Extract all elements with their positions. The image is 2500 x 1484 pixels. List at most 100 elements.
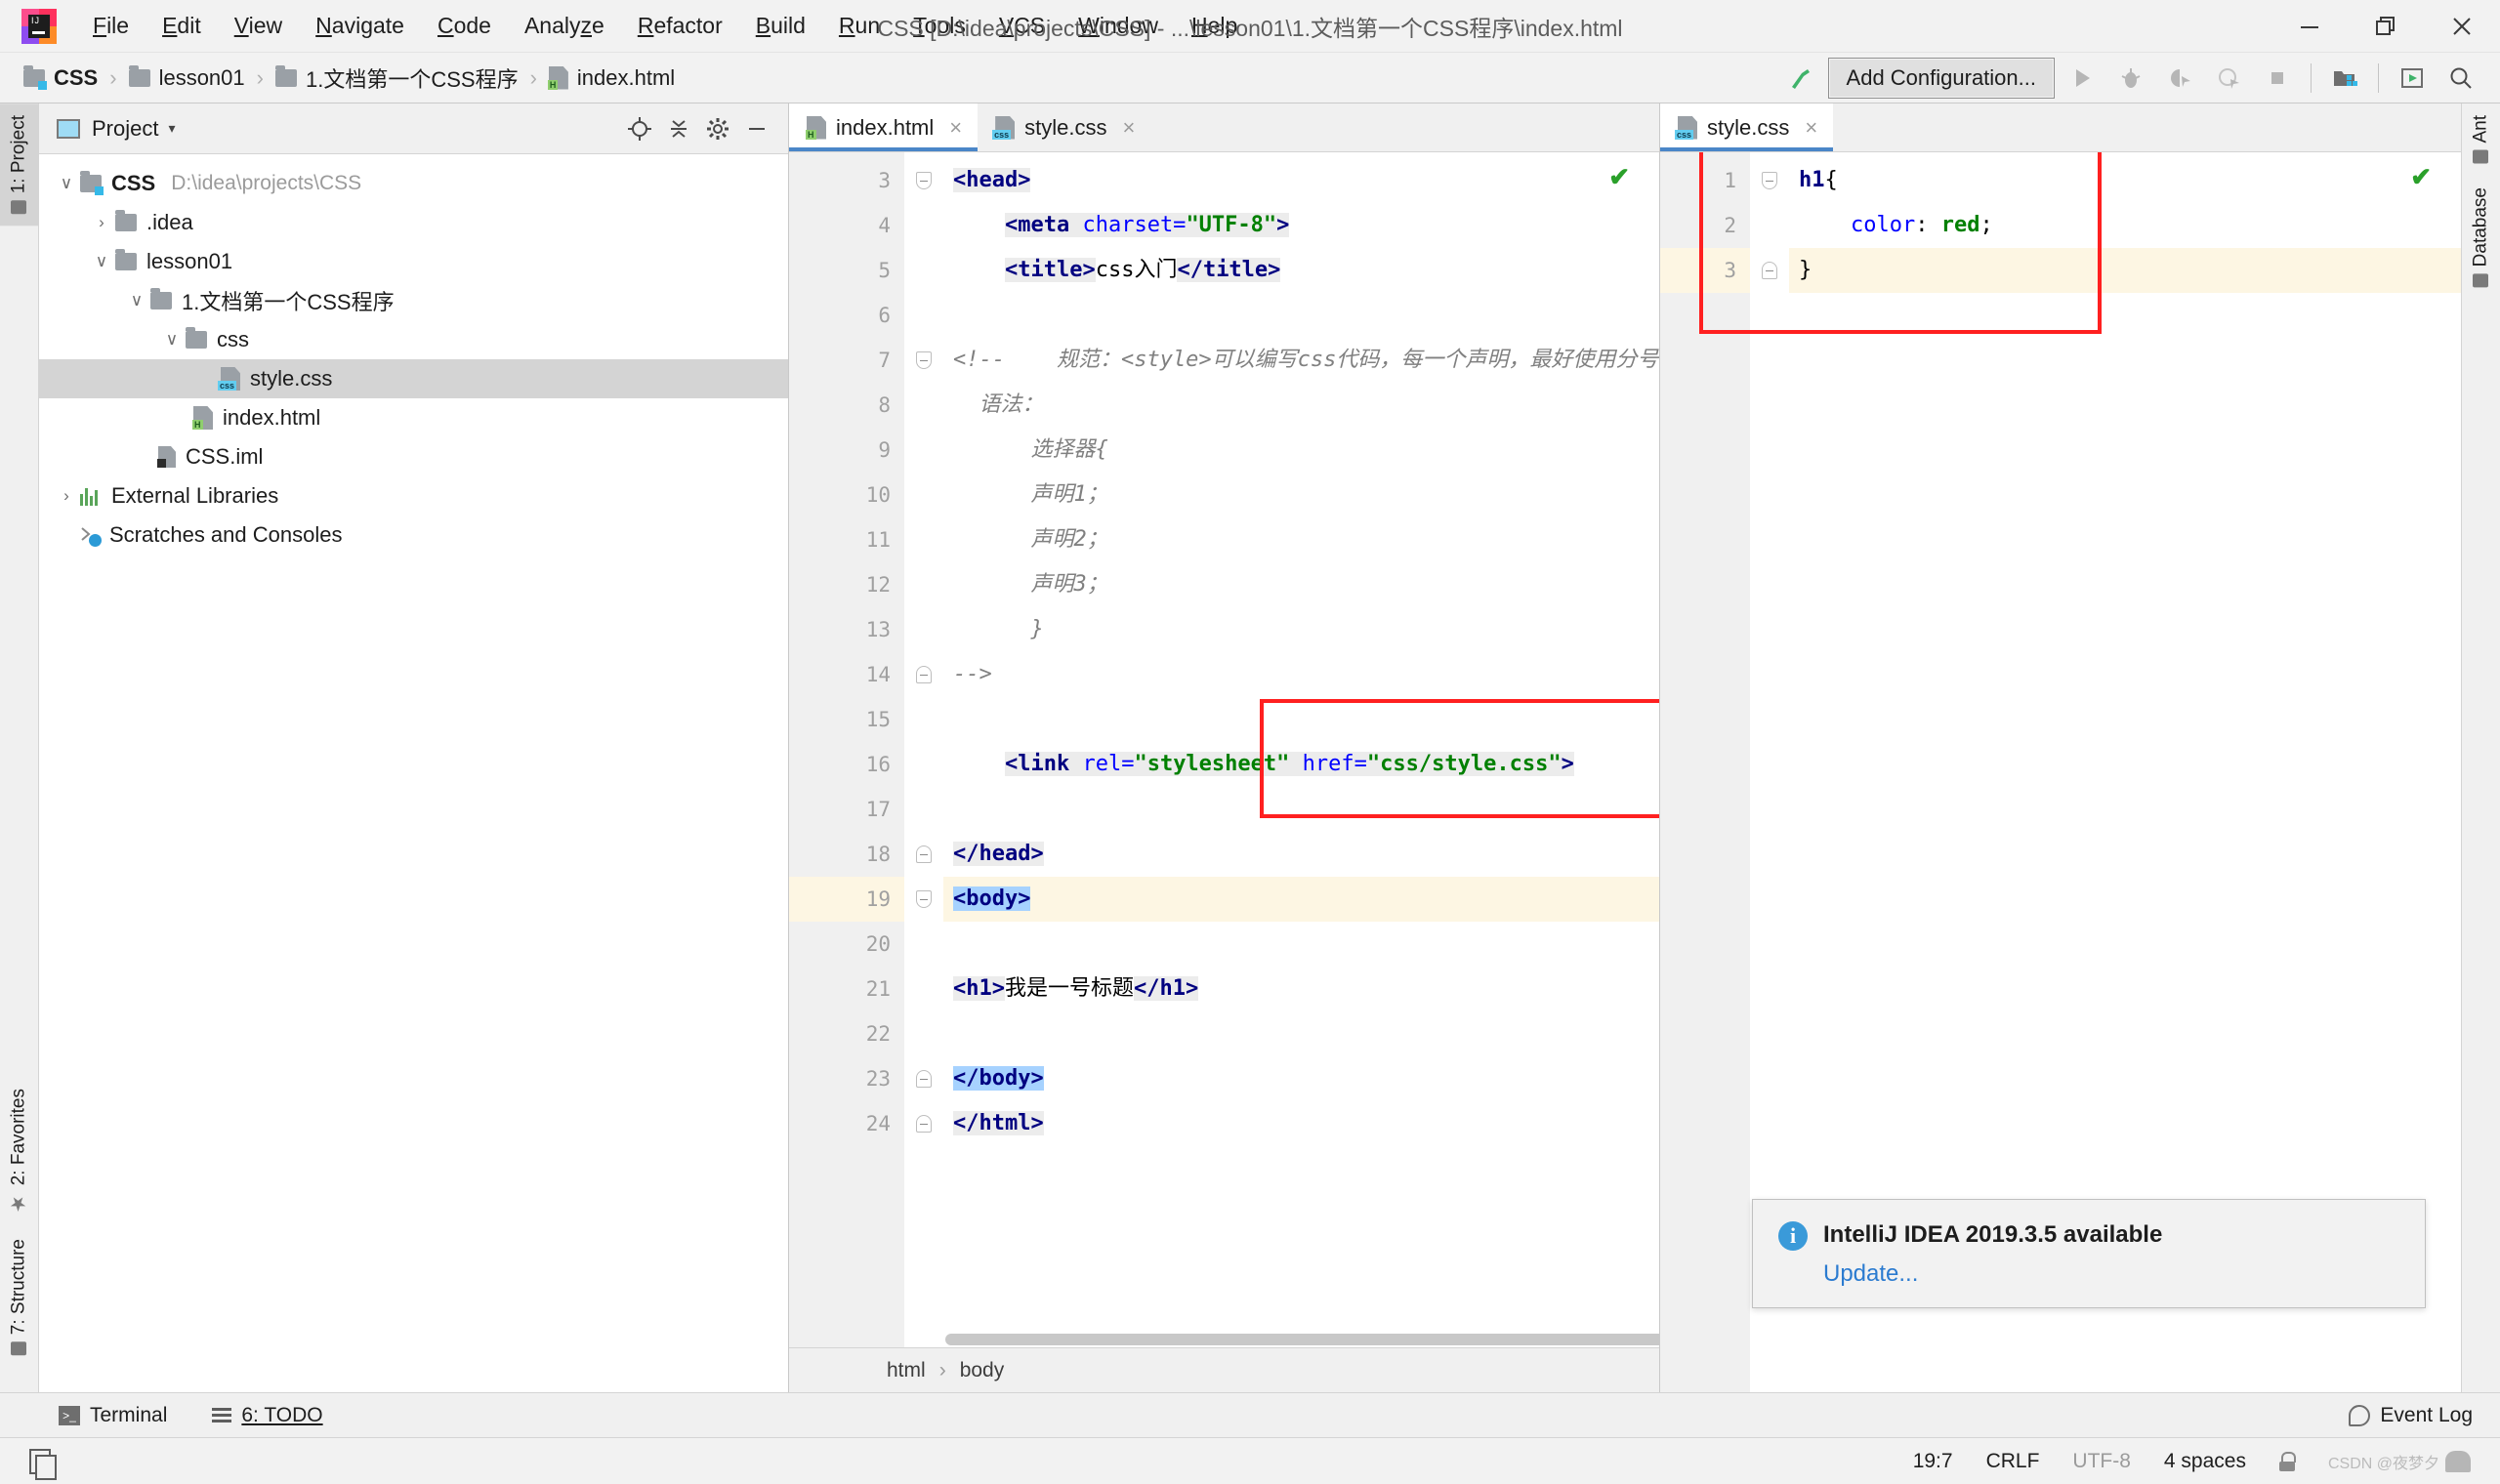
tree-node-scratches[interactable]: Scratches and Consoles <box>39 515 788 555</box>
code-line[interactable]: color: red; <box>1789 203 2461 248</box>
breadcrumb-item-project[interactable]: CSS <box>21 63 100 93</box>
toolwindow-terminal[interactable]: >_ Terminal <box>59 1404 167 1427</box>
lock-icon[interactable] <box>2278 1451 2296 1471</box>
menu-analyze[interactable]: Analyze <box>508 9 621 43</box>
tree-node-idea[interactable]: › .idea <box>39 203 788 242</box>
fold-toggle-icon[interactable] <box>904 158 943 203</box>
close-icon[interactable]: × <box>949 115 962 141</box>
run-with-coverage-icon[interactable] <box>2158 57 2201 100</box>
update-project-icon[interactable] <box>2391 57 2434 100</box>
fold-toggle-icon[interactable] <box>904 1101 943 1146</box>
fold-toggle-icon[interactable] <box>904 652 943 697</box>
code-line[interactable]: 语法： <box>943 383 1659 428</box>
code-line[interactable]: </head> <box>943 832 1659 877</box>
build-hammer-icon[interactable] <box>1779 57 1822 100</box>
run-icon[interactable] <box>2061 57 2104 100</box>
update-link[interactable]: Update... <box>1823 1260 2399 1288</box>
tab-index-html[interactable]: H index.html × <box>789 103 979 151</box>
tree-node-style-css[interactable]: css style.css <box>39 359 788 398</box>
tree-node-css-iml[interactable]: CSS.iml <box>39 437 788 476</box>
code-content-left[interactable]: <head> <meta charset="UTF-8"> <title>css… <box>943 152 1659 1347</box>
code-line[interactable]: </body> <box>943 1056 1659 1101</box>
fold-toggle-icon[interactable] <box>904 877 943 922</box>
code-line[interactable]: <body> <box>943 877 1659 922</box>
code-line[interactable]: 声明2； <box>943 517 1659 562</box>
menu-edit[interactable]: Edit <box>146 9 218 43</box>
profile-icon[interactable] <box>2207 57 2250 100</box>
fold-toggle-icon[interactable] <box>904 832 943 877</box>
stop-icon[interactable] <box>2256 57 2299 100</box>
fold-toggle-icon[interactable] <box>904 338 943 383</box>
code-line[interactable] <box>943 293 1659 338</box>
twisty-icon[interactable]: ∨ <box>123 291 150 310</box>
tab-style-css[interactable]: css style.css × <box>978 103 1150 151</box>
menu-vcs[interactable]: VCS <box>982 9 1062 43</box>
code-line[interactable]: <link rel="stylesheet" href="css/style.c… <box>943 742 1659 787</box>
tree-node-external-libraries[interactable]: › External Libraries <box>39 476 788 515</box>
code-line[interactable]: h1{ <box>1789 158 2461 203</box>
breadcrumb-html[interactable]: html <box>887 1359 926 1382</box>
sidebar-item-structure[interactable]: 7: Structure <box>0 1227 38 1367</box>
chevron-down-icon[interactable]: ▾ <box>168 120 175 137</box>
document-icon[interactable] <box>29 1448 57 1480</box>
locate-icon[interactable] <box>620 109 659 148</box>
sidebar-item-project[interactable]: 1: Project <box>0 103 38 227</box>
code-line[interactable]: <title>css入门</title> <box>943 248 1659 293</box>
twisty-icon[interactable]: ∨ <box>88 252 115 271</box>
minimize-icon[interactable] <box>2271 0 2348 53</box>
code-line[interactable]: <meta charset="UTF-8"> <box>943 203 1659 248</box>
code-line[interactable]: </html> <box>943 1101 1659 1146</box>
code-line[interactable]: --> <box>943 652 1659 697</box>
tree-node-lesson01[interactable]: ∨ lesson01 <box>39 242 788 281</box>
file-encoding[interactable]: UTF-8 <box>2072 1450 2131 1473</box>
code-line[interactable]: <head> <box>943 158 1659 203</box>
code-line[interactable]: <!-- 规范：<style>可以编写css代码，每一个声明，最好使用分号 <box>943 338 1659 383</box>
close-icon[interactable] <box>2424 0 2500 53</box>
code-line[interactable]: 选择器{ <box>943 428 1659 473</box>
menu-refactor[interactable]: Refactor <box>621 9 739 43</box>
twisty-icon[interactable]: › <box>53 486 80 506</box>
menu-view[interactable]: View <box>218 9 299 43</box>
tree-node-index-html[interactable]: H index.html <box>39 398 788 437</box>
menu-window[interactable]: Window <box>1062 9 1175 43</box>
close-icon[interactable]: × <box>1805 115 1817 141</box>
fold-toggle-icon[interactable] <box>1750 158 1789 203</box>
menu-run[interactable]: Run <box>822 9 896 43</box>
close-icon[interactable]: × <box>1123 115 1136 141</box>
breadcrumb-item-file[interactable]: H index.html <box>547 63 677 93</box>
code-editor-left[interactable]: 3 4 5 6 7 8 9 10 11 12 13 14 15 16 17 18 19 20 21 22 23 24 <h… <box>789 152 1659 1347</box>
menu-help[interactable]: Help <box>1175 9 1254 43</box>
code-line[interactable] <box>943 697 1659 742</box>
code-line[interactable] <box>943 787 1659 832</box>
code-line[interactable]: } <box>1789 248 2461 293</box>
event-log-button[interactable]: Event Log <box>2349 1404 2500 1427</box>
horizontal-scrollbar-left[interactable] <box>945 1334 1659 1345</box>
search-everywhere-icon[interactable] <box>2439 57 2482 100</box>
tree-node-css-project[interactable]: ∨ CSS D:\idea\projects\CSS <box>39 164 788 203</box>
code-line[interactable] <box>943 1011 1659 1056</box>
debug-icon[interactable] <box>2109 57 2152 100</box>
code-line[interactable]: <h1>我是一号标题</h1> <box>943 967 1659 1011</box>
menu-code[interactable]: Code <box>421 9 508 43</box>
tree-node-lesson-folder[interactable]: ∨ 1.文档第一个CSS程序 <box>39 281 788 320</box>
line-separator[interactable]: CRLF <box>1986 1450 2040 1473</box>
tab-style-css-right[interactable]: css style.css × <box>1660 103 1834 151</box>
tree-node-css-folder[interactable]: ∨ css <box>39 320 788 359</box>
notification-popup[interactable]: i IntelliJ IDEA 2019.3.5 available Updat… <box>1752 1199 2426 1308</box>
fold-toggle-icon[interactable] <box>1750 248 1789 293</box>
gear-icon[interactable] <box>698 109 737 148</box>
menu-tools[interactable]: Tools <box>896 9 982 43</box>
code-line[interactable]: 声明3； <box>943 562 1659 607</box>
menu-file[interactable]: FFileile <box>76 9 146 43</box>
hide-panel-icon[interactable] <box>737 109 776 148</box>
sidebar-item-favorites[interactable]: ★ 2: Favorites <box>0 1077 38 1227</box>
restore-icon[interactable] <box>2348 0 2424 53</box>
twisty-icon[interactable]: › <box>88 213 115 232</box>
breadcrumb-item-lesson01[interactable]: lesson01 <box>127 63 247 93</box>
toolwindow-todo[interactable]: 6: TODO <box>212 1404 323 1427</box>
add-configuration-button[interactable]: Add Configuration... <box>1827 57 2055 99</box>
menu-build[interactable]: Build <box>739 9 822 43</box>
code-folding-gutter-left[interactable] <box>904 152 943 1347</box>
sidebar-item-database[interactable]: Database <box>2462 176 2500 299</box>
menu-navigate[interactable]: Navigate <box>299 9 421 43</box>
